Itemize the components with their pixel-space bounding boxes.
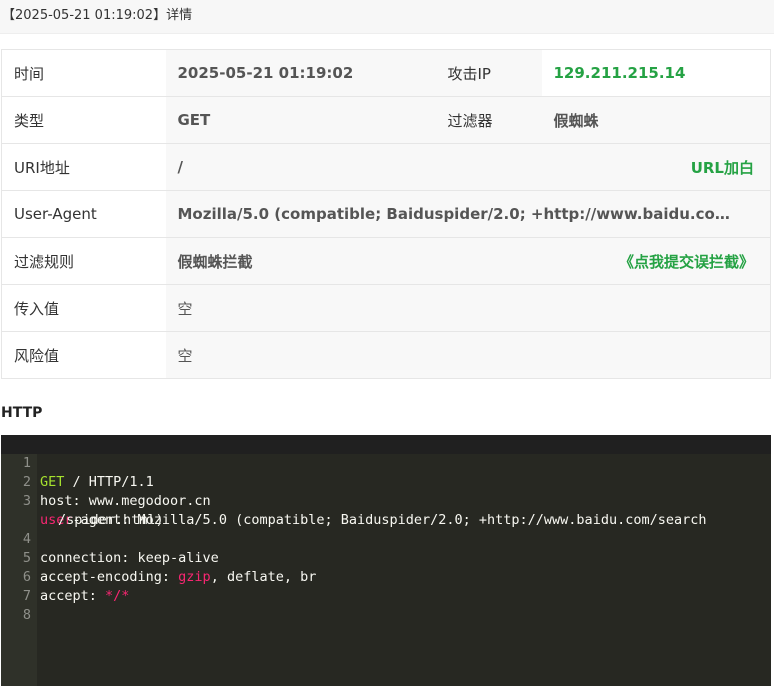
uri-label: URI地址 <box>1 143 166 191</box>
http-code-editor[interactable]: 1 GET / HTTP/1.1 2 host: www.megodoor.cn… <box>1 435 771 686</box>
table-row: 传入值 空 <box>1 284 771 332</box>
table-row: URI地址 / URL加白 <box>1 143 771 191</box>
code-line: 7 <box>1 568 771 604</box>
code-line: 8 <box>1 587 771 623</box>
ip-value[interactable]: 129.211.215.14 <box>541 49 771 97</box>
user-agent-value: Mozilla/5.0 (compatible; Baiduspider/2.0… <box>177 205 743 223</box>
time-label: 时间 <box>1 49 166 97</box>
code-line: 4 connection: keep-alive <box>1 511 771 566</box>
risk-value: 空 <box>165 331 771 379</box>
dialog-title: 【2025-05-21 01:19:02】详情 <box>2 8 193 23</box>
code-line: 3 user-agent: Mozilla/5.0 (compatible; B… <box>1 473 771 528</box>
rule-cell: 假蜘蛛拦截 《点我提交误拦截》 <box>165 237 771 285</box>
code-line-wrap: /spider.html) <box>1 492 771 528</box>
rule-value: 假蜘蛛拦截 <box>177 252 253 271</box>
report-false-block-link[interactable]: 《点我提交误拦截》 <box>619 251 754 272</box>
dialog-title-bar: 【2025-05-21 01:19:02】详情 <box>0 0 774 34</box>
filter-value: 假蜘蛛 <box>541 96 771 144</box>
code-line: 5 accept-encoding: gzip, deflate, br <box>1 530 771 585</box>
http-heading: HTTP <box>1 405 43 421</box>
table-row: User-Agent Mozilla/5.0 (compatible; Baid… <box>1 190 771 238</box>
table-row: 风险值 空 <box>1 331 771 379</box>
table-row: 时间 2025-05-21 01:19:02 攻击IP 129.211.215.… <box>1 49 771 97</box>
table-row: 类型 GET 过滤器 假蜘蛛 <box>1 96 771 144</box>
detail-table: 时间 2025-05-21 01:19:02 攻击IP 129.211.215.… <box>1 49 771 379</box>
filter-label: 过滤器 <box>435 96 542 144</box>
type-value: GET <box>165 96 436 144</box>
user-agent-label: User-Agent <box>1 190 166 238</box>
code-line: 1 GET / HTTP/1.1 <box>1 435 771 490</box>
ip-label: 攻击IP <box>435 49 542 97</box>
url-whitelist-link[interactable]: URL加白 <box>691 157 754 178</box>
risk-label: 风险值 <box>1 331 166 379</box>
rule-label: 过滤规则 <box>1 237 166 285</box>
user-agent-cell: Mozilla/5.0 (compatible; Baiduspider/2.0… <box>165 190 771 238</box>
code-line: 6 accept: */* <box>1 549 771 604</box>
uri-value: / <box>177 158 183 176</box>
type-label: 类型 <box>1 96 166 144</box>
input-value: 空 <box>165 284 771 332</box>
table-row: 过滤规则 假蜘蛛拦截 《点我提交误拦截》 <box>1 237 771 285</box>
code-line: 2 host: www.megodoor.cn <box>1 454 771 509</box>
uri-cell: / URL加白 <box>165 143 771 191</box>
line-number: 8 <box>22 607 31 623</box>
time-value: 2025-05-21 01:19:02 <box>165 49 436 97</box>
input-label: 传入值 <box>1 284 166 332</box>
